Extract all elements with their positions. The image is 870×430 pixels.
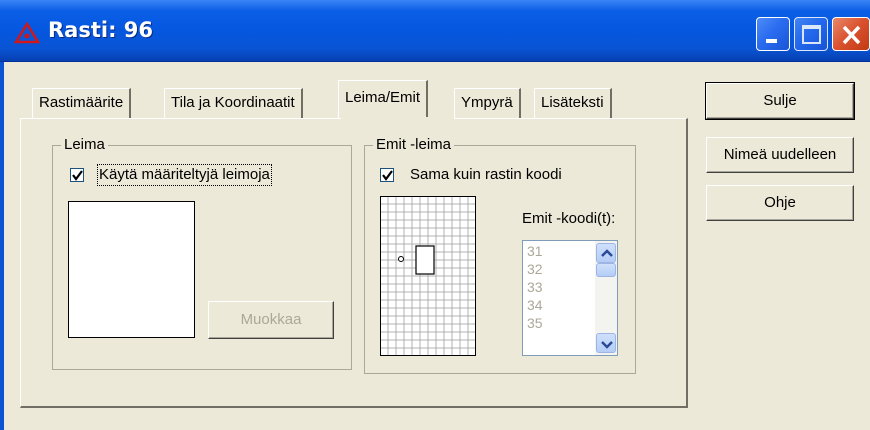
minimize-button[interactable] — [756, 17, 790, 51]
close-button[interactable]: Sulje — [705, 82, 855, 120]
emit-punch-grid — [380, 196, 476, 356]
tab-lisateksti[interactable]: Lisäteksti — [534, 88, 612, 118]
tab-ympyra[interactable]: Ympyrä — [454, 88, 521, 118]
maximize-icon — [802, 25, 821, 44]
title-bar[interactable]: Rasti: 96 — [0, 0, 870, 62]
emit-codes-scrollbar[interactable] — [595, 241, 617, 355]
scroll-up-button[interactable] — [596, 243, 616, 263]
scroll-thumb[interactable] — [596, 263, 616, 277]
edit-button[interactable]: Muokkaa — [208, 301, 334, 339]
checkmark-icon — [382, 170, 393, 181]
same-as-control-code-checkbox[interactable] — [380, 168, 394, 182]
window-title: Rasti: 96 — [48, 18, 154, 42]
help-button[interactable]: Ohje — [706, 185, 854, 221]
emit-group-label: Emit -leima — [373, 136, 455, 154]
list-item[interactable]: 33 — [527, 277, 543, 297]
use-defined-punches-checkbox[interactable] — [70, 168, 84, 182]
close-window-button[interactable] — [832, 17, 870, 51]
scroll-down-button[interactable] — [596, 333, 616, 353]
use-defined-punches-label[interactable]: Käytä määriteltyjä leimoja — [97, 164, 272, 186]
list-item[interactable]: 32 — [527, 259, 543, 279]
rename-button[interactable]: Nimeä uudelleen — [706, 137, 854, 173]
chevron-down-icon — [601, 341, 613, 349]
emit-codes-listbox[interactable]: 31 32 33 34 35 — [522, 240, 618, 356]
maximize-button[interactable] — [794, 17, 828, 51]
leima-group-label: Leima — [61, 136, 108, 154]
list-item[interactable]: 31 — [527, 241, 543, 261]
close-icon — [842, 25, 861, 45]
tab-tila-ja-koordinaatit[interactable]: Tila ja Koordinaatit — [164, 88, 303, 118]
list-item[interactable]: 34 — [527, 295, 543, 315]
minimize-icon — [766, 39, 777, 43]
same-as-control-code-label: Sama kuin rastin koodi — [410, 166, 562, 183]
tab-leima-emit[interactable]: Leima/Emit — [338, 80, 429, 118]
tab-rastimaarite[interactable]: Rastimääritе — [32, 88, 132, 118]
window-frame-left — [0, 62, 4, 430]
checkmark-icon — [72, 170, 83, 181]
punch-preview-box — [68, 201, 195, 338]
emit-codes-label: Emit -koodi(t): — [522, 210, 616, 227]
chevron-up-icon — [601, 249, 613, 257]
list-item[interactable]: 35 — [527, 313, 543, 333]
control-flag-icon — [14, 22, 40, 44]
